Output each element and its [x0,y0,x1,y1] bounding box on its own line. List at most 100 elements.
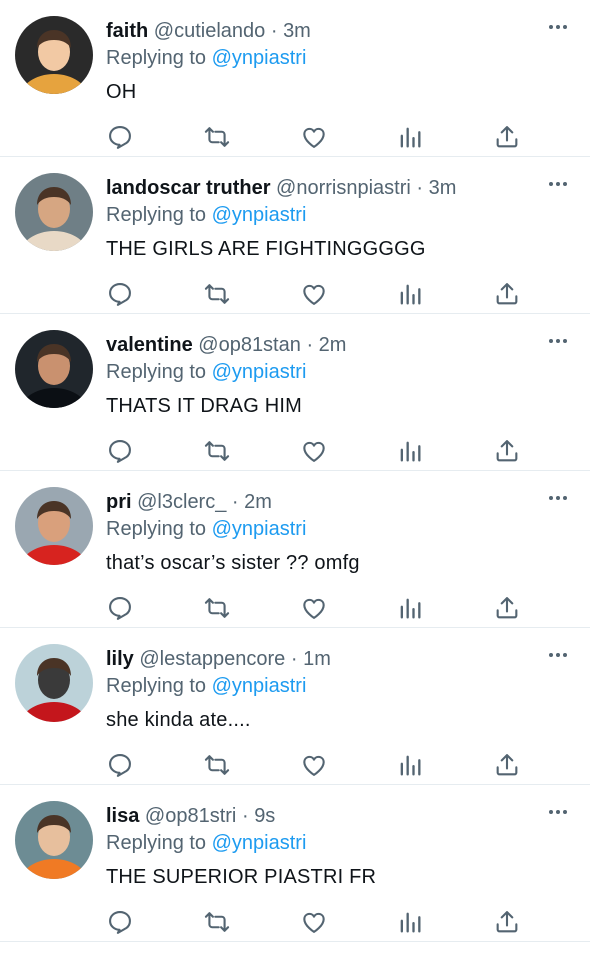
replying-prefix: Replying to [106,47,207,69]
reply-icon[interactable] [106,908,134,936]
replying-to-mention[interactable]: @ynpiastri [212,47,307,69]
timestamp[interactable]: 1m [303,648,331,670]
action-bar [0,280,590,308]
reply-tweet[interactable]: lisa @op81stri · 9s Replying to @ynpiastr… [0,785,590,942]
heart-icon[interactable] [300,280,328,308]
replying-to-line: Replying to @ynpiastri [106,203,306,227]
reply-tweet[interactable]: faith @cutielando · 3m Replying to @ynpia… [0,0,590,157]
separator-dot: · [270,20,278,42]
avatar[interactable] [15,330,93,408]
replying-to-line: Replying to @ynpiastri [106,360,306,384]
heart-icon[interactable] [300,437,328,465]
user-handle[interactable]: @op81stan [198,334,301,356]
replying-to-line: Replying to @ynpiastri [106,831,306,855]
tweet-text: she kinda ate.... [106,709,251,731]
replying-to-line: Replying to @ynpiastri [106,517,306,541]
share-icon[interactable] [493,437,521,465]
heart-icon[interactable] [300,123,328,151]
user-handle[interactable]: @op81stri [145,805,236,827]
display-name[interactable]: lisa [106,805,139,827]
separator-dot: · [306,334,314,356]
reply-icon[interactable] [106,280,134,308]
replying-to-mention[interactable]: @ynpiastri [212,518,307,540]
reply-icon[interactable] [106,751,134,779]
retweet-icon[interactable] [203,437,231,465]
display-name[interactable]: landoscar truther [106,177,270,199]
avatar[interactable] [15,801,93,879]
replying-to-mention[interactable]: @ynpiastri [212,832,307,854]
tweet-text: THE GIRLS ARE FIGHTINGGGGG [106,238,426,260]
reply-icon[interactable] [106,123,134,151]
separator-dot: · [290,648,298,670]
more-dots-icon[interactable] [548,17,568,37]
more-dots-icon[interactable] [548,488,568,508]
replying-to-mention[interactable]: @ynpiastri [212,675,307,697]
tweet-header: lily @lestappencore · 1m [106,647,331,671]
avatar[interactable] [15,644,93,722]
replying-to-mention[interactable]: @ynpiastri [212,204,307,226]
replying-prefix: Replying to [106,204,207,226]
tweet-text: that’s oscar’s sister ?? omfg [106,552,360,574]
timestamp[interactable]: 2m [319,334,347,356]
replying-to-mention[interactable]: @ynpiastri [212,361,307,383]
retweet-icon[interactable] [203,123,231,151]
avatar[interactable] [15,16,93,94]
heart-icon[interactable] [300,594,328,622]
action-bar [0,751,590,779]
avatar[interactable] [15,173,93,251]
timestamp[interactable]: 3m [429,177,457,199]
reply-tweet[interactable]: valentine @op81stan · 2m Replying to @ynp… [0,314,590,471]
heart-icon[interactable] [300,908,328,936]
display-name[interactable]: pri [106,491,132,513]
reply-tweet[interactable]: pri @l3clerc_ · 2m Replying to @ynpiastri… [0,471,590,628]
share-icon[interactable] [493,594,521,622]
user-handle[interactable]: @l3clerc_ [137,491,226,513]
separator-dot: · [416,177,424,199]
display-name[interactable]: valentine [106,334,193,356]
heart-icon[interactable] [300,751,328,779]
analytics-icon[interactable] [396,594,424,622]
share-icon[interactable] [493,751,521,779]
more-dots-icon[interactable] [548,802,568,822]
tweet-header: faith @cutielando · 3m [106,19,311,43]
display-name[interactable]: lily [106,648,134,670]
reply-tweet[interactable]: lily @lestappencore · 1m Replying to @ynp… [0,628,590,785]
replying-prefix: Replying to [106,675,207,697]
user-handle[interactable]: @lestappencore [139,648,285,670]
action-bar [0,594,590,622]
timestamp[interactable]: 9s [254,805,275,827]
retweet-icon[interactable] [203,280,231,308]
replying-prefix: Replying to [106,361,207,383]
analytics-icon[interactable] [396,280,424,308]
more-dots-icon[interactable] [548,174,568,194]
retweet-icon[interactable] [203,594,231,622]
user-handle[interactable]: @norrisnpiastri [276,177,411,199]
analytics-icon[interactable] [396,437,424,465]
user-handle[interactable]: @cutielando [154,20,265,42]
reply-tweet[interactable]: landoscar truther @norrisnpiastri · 3m Re… [0,157,590,314]
separator-dot: · [231,491,239,513]
share-icon[interactable] [493,908,521,936]
timestamp[interactable]: 2m [244,491,272,513]
retweet-icon[interactable] [203,908,231,936]
action-bar [0,123,590,151]
retweet-icon[interactable] [203,751,231,779]
more-dots-icon[interactable] [548,645,568,665]
analytics-icon[interactable] [396,123,424,151]
replying-prefix: Replying to [106,832,207,854]
avatar[interactable] [15,487,93,565]
share-icon[interactable] [493,280,521,308]
reply-icon[interactable] [106,437,134,465]
replying-to-line: Replying to @ynpiastri [106,46,306,70]
tweet-text: THATS IT DRAG HIM [106,395,302,417]
analytics-icon[interactable] [396,751,424,779]
reply-icon[interactable] [106,594,134,622]
analytics-icon[interactable] [396,908,424,936]
share-icon[interactable] [493,123,521,151]
action-bar [0,908,590,936]
action-bar [0,437,590,465]
more-dots-icon[interactable] [548,331,568,351]
timestamp[interactable]: 3m [283,20,311,42]
replying-to-line: Replying to @ynpiastri [106,674,306,698]
display-name[interactable]: faith [106,20,148,42]
